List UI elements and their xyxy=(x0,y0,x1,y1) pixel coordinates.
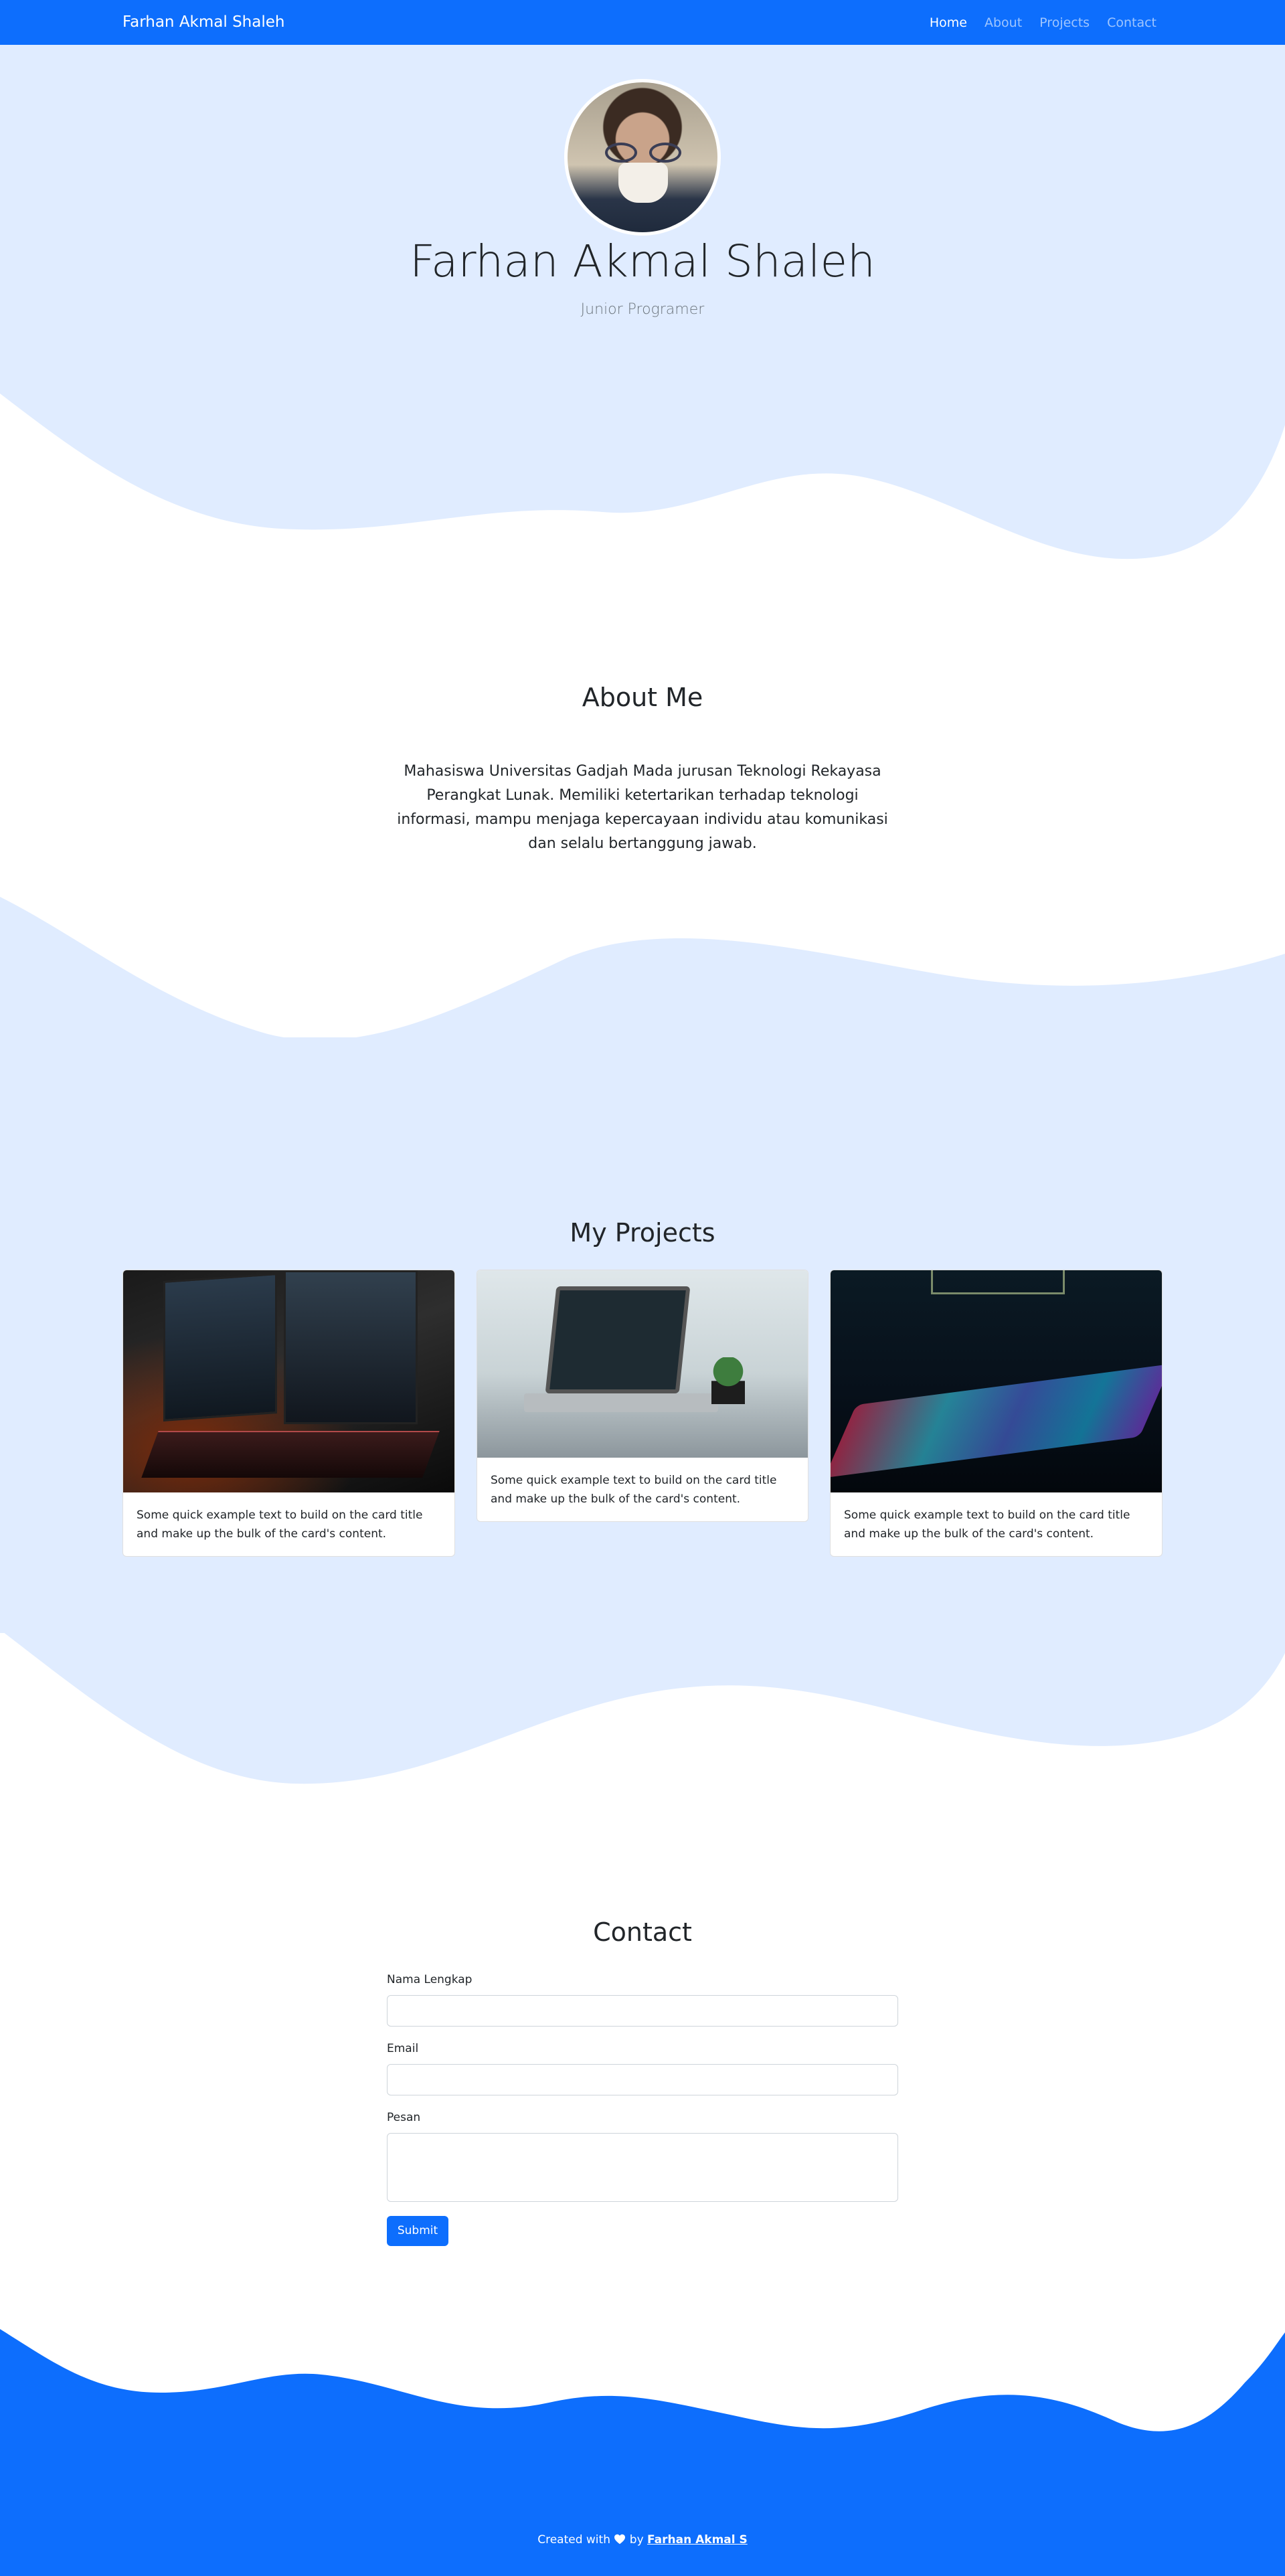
name-input[interactable] xyxy=(387,1995,898,2027)
email-input[interactable] xyxy=(387,2064,898,2095)
nav-link-contact[interactable]: Contact xyxy=(1107,15,1156,30)
projects-top-wave xyxy=(0,897,1285,1044)
hero-role: Junior Programer xyxy=(580,301,705,318)
project-card-1[interactable]: Some quick example text to build on the … xyxy=(122,1270,455,1557)
hero-name: Farhan Akmal Shaleh xyxy=(410,236,875,287)
navbar-links: Home About Projects Contact xyxy=(930,0,1156,45)
project-image-1 xyxy=(123,1270,454,1492)
about-text: Mahasiswa Universitas Gadjah Mada jurusa… xyxy=(397,763,888,852)
project-card-text: Some quick example text to build on the … xyxy=(844,1509,1130,1541)
heart-icon xyxy=(614,2534,626,2545)
avatar-glasses xyxy=(605,143,681,164)
submit-button[interactable]: Submit xyxy=(387,2216,448,2246)
footer-by: by xyxy=(629,2533,644,2547)
message-label: Pesan xyxy=(387,2111,421,2124)
project-card-2[interactable]: Some quick example text to build on the … xyxy=(477,1270,808,1522)
hero-wave xyxy=(0,388,1285,560)
nav-link-projects[interactable]: Projects xyxy=(1039,15,1090,30)
nav-link-about[interactable]: About xyxy=(984,15,1022,30)
project-image-2 xyxy=(477,1270,808,1458)
footer-prefix: Created with xyxy=(537,2533,610,2547)
contact-title: Contact xyxy=(593,1917,692,1947)
message-textarea[interactable] xyxy=(387,2133,898,2202)
projects-title: My Projects xyxy=(570,1218,715,1248)
navbar-brand[interactable]: Farhan Akmal Shaleh xyxy=(122,0,284,45)
nav-link-home[interactable]: Home xyxy=(930,15,967,30)
avatar xyxy=(564,79,721,236)
project-card-text: Some quick example text to build on the … xyxy=(137,1509,423,1541)
navbar: Farhan Akmal Shaleh Home About Projects … xyxy=(0,0,1285,45)
email-label: Email xyxy=(387,2042,419,2055)
avatar-mask xyxy=(618,163,668,203)
project-card-text: Some quick example text to build on the … xyxy=(491,1474,777,1506)
footer-wave xyxy=(0,2329,1285,2483)
footer xyxy=(0,2476,1285,2576)
about-title: About Me xyxy=(582,683,703,712)
projects-bottom-wave xyxy=(0,1626,1285,1784)
footer-credit: Created with by Farhan Akmal S xyxy=(0,2533,1285,2547)
project-card-3[interactable]: Some quick example text to build on the … xyxy=(830,1270,1163,1557)
project-image-3 xyxy=(831,1270,1162,1492)
name-label: Nama Lengkap xyxy=(387,1973,473,1986)
footer-author-link[interactable]: Farhan Akmal S xyxy=(647,2533,748,2547)
